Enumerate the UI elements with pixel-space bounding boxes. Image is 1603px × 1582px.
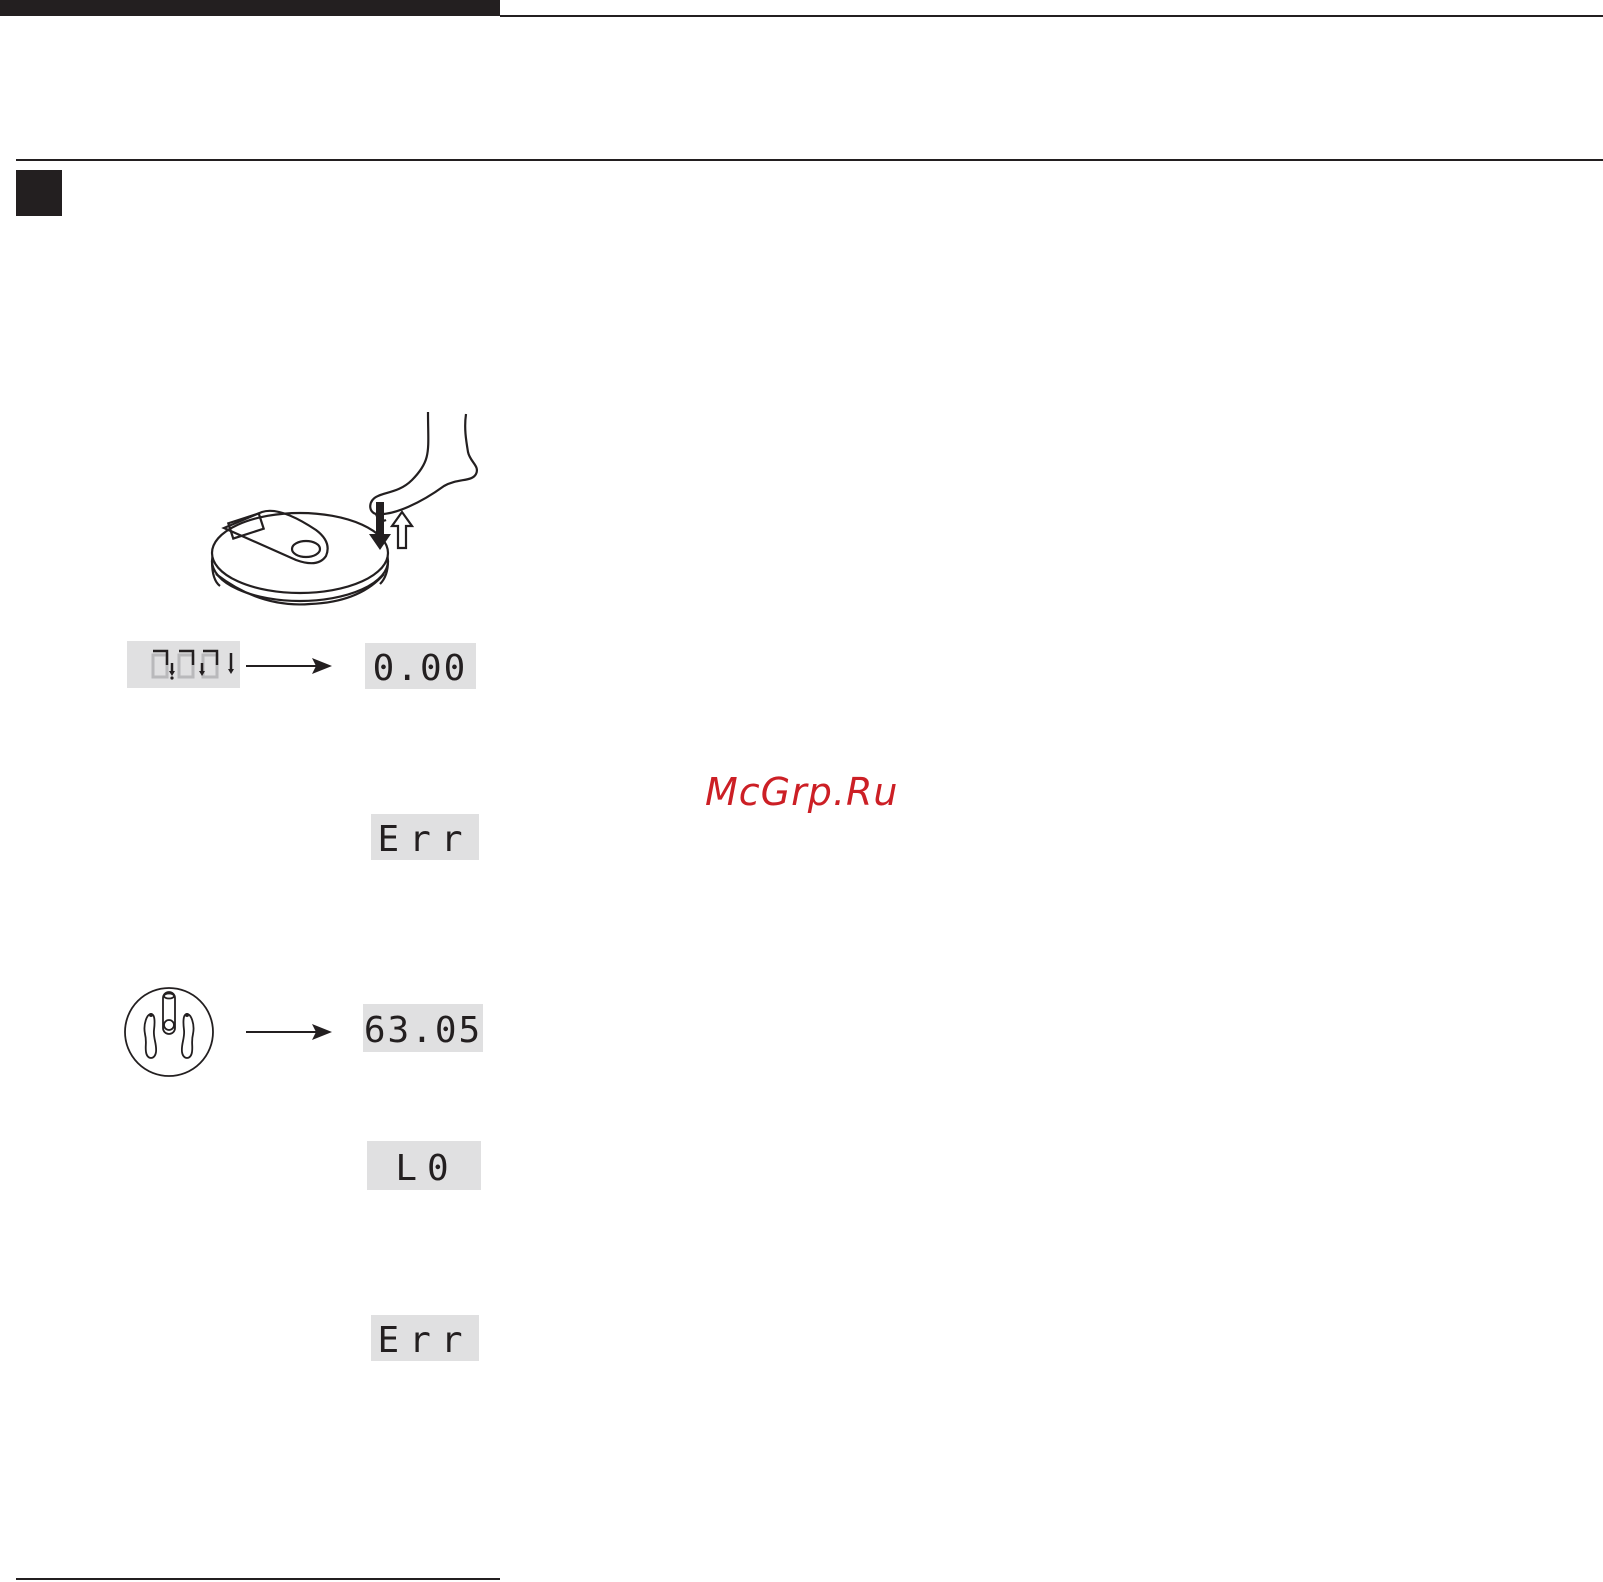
right-arrow-icon bbox=[246, 1024, 332, 1040]
lcd-low: L0 bbox=[367, 1141, 481, 1190]
lcd-error-2-text: Err bbox=[377, 1320, 472, 1361]
section-divider bbox=[16, 159, 1603, 161]
lcd-weight-text: 63.05 bbox=[364, 1010, 482, 1051]
header-rule bbox=[500, 15, 1603, 17]
startup-segment-display bbox=[127, 641, 240, 688]
lcd-error-1: Err bbox=[371, 814, 479, 860]
lcd-zero-text: 0.00 bbox=[373, 648, 468, 689]
lcd-low-text: L0 bbox=[395, 1148, 458, 1189]
feet-on-scale-icon bbox=[124, 987, 214, 1077]
lcd-zero: 0.00 bbox=[365, 643, 476, 689]
header-bar bbox=[0, 0, 500, 16]
section-number-box bbox=[16, 170, 62, 216]
lcd-weight: 63.05 bbox=[363, 1004, 483, 1052]
footer-rule bbox=[16, 1578, 500, 1580]
right-arrow-icon bbox=[246, 658, 332, 674]
lcd-error-2: Err bbox=[371, 1315, 479, 1361]
watermark: McGrp.Ru bbox=[705, 770, 899, 814]
foot-tapping-scale-icon bbox=[210, 411, 478, 606]
lcd-error-1-text: Err bbox=[377, 819, 472, 860]
